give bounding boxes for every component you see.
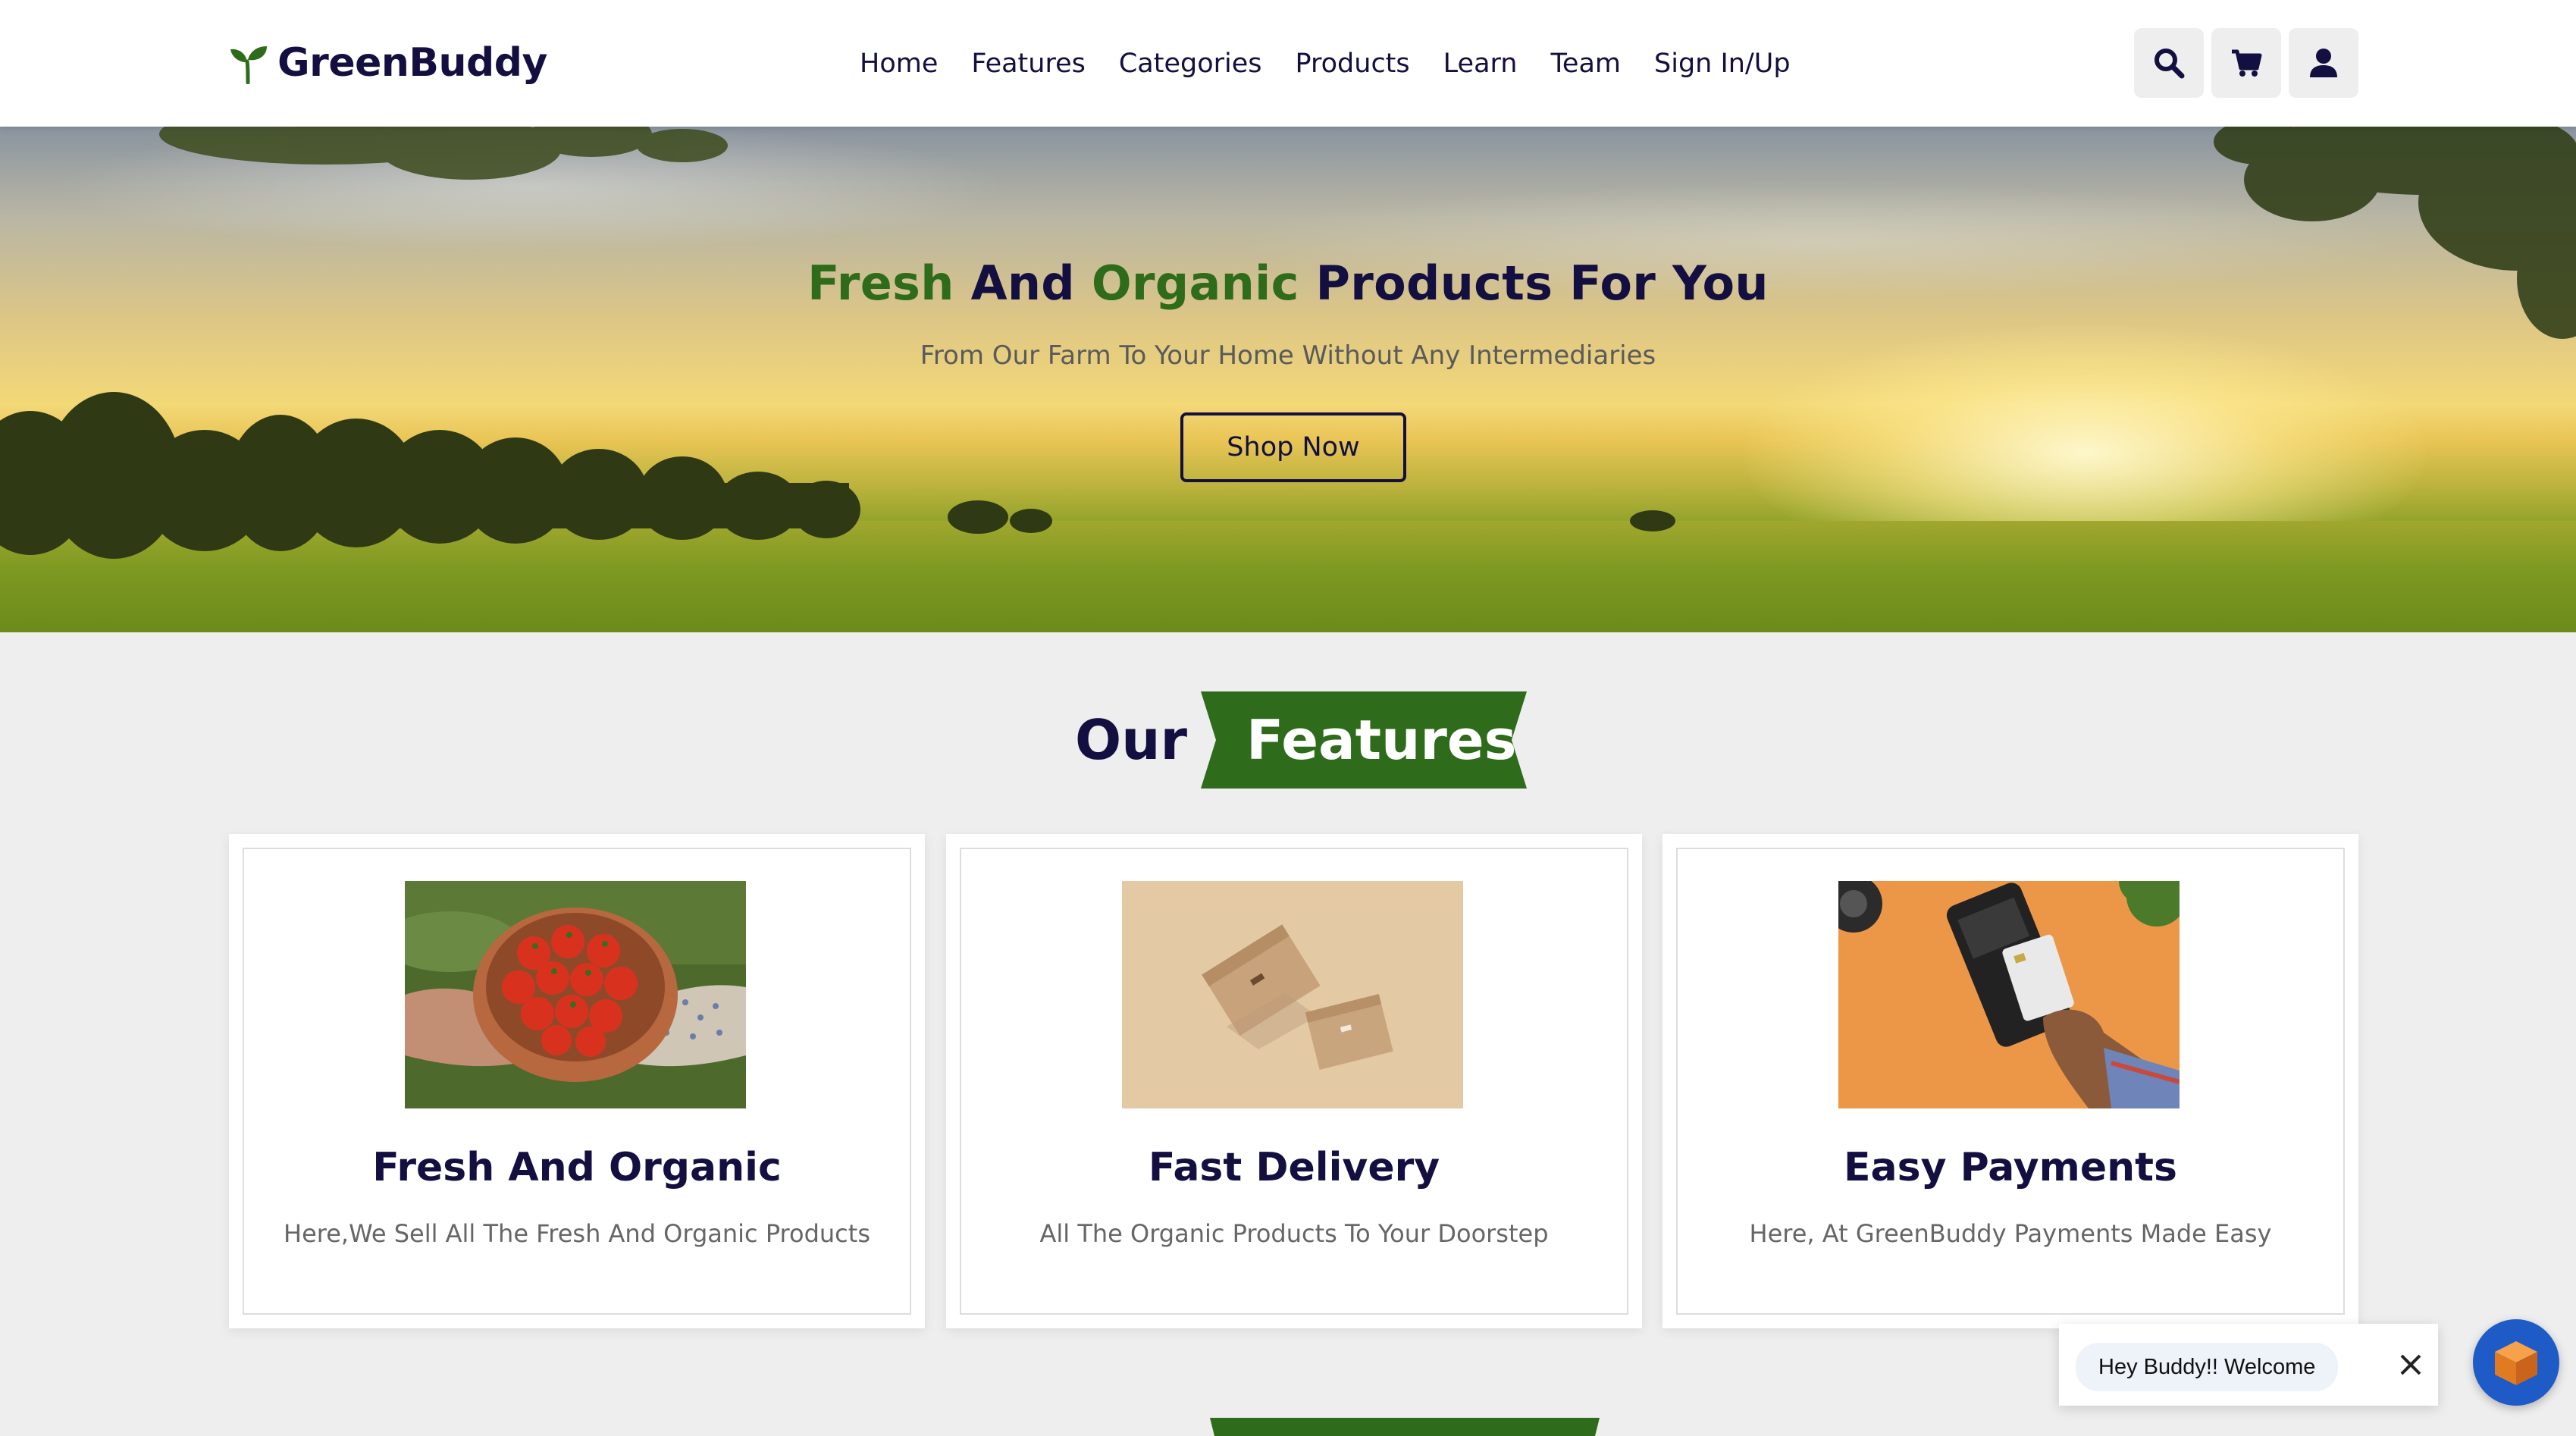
chat-launcher-button[interactable]: [2473, 1319, 2559, 1406]
chat-welcome-message[interactable]: Hey Buddy!! Welcome: [2076, 1343, 2339, 1391]
hero-title-organic: Organic: [1091, 256, 1299, 311]
hero-content: Fresh And Organic Products For You From …: [0, 127, 2576, 632]
nav-team[interactable]: Team: [1550, 49, 1621, 79]
feature-card-title: Fresh And Organic: [372, 1145, 782, 1190]
features-heading-our: Our: [1075, 708, 1187, 772]
tomatoes-bowl-image: [405, 881, 746, 1108]
sprout-icon: [230, 46, 267, 84]
shop-now-button[interactable]: Shop Now: [1180, 412, 1406, 482]
brand-logo[interactable]: GreenBuddy: [227, 38, 547, 88]
nav-sign-in-up[interactable]: Sign In/Up: [1654, 49, 1791, 79]
hero-title-rest: Products For You: [1299, 256, 1769, 311]
hero-title: Fresh And Organic Products For You: [0, 256, 2576, 311]
feature-card: Easy Payments Here, At GreenBuddy Paymen…: [1662, 834, 2358, 1328]
hero-title-and: And: [954, 256, 1092, 311]
feature-card: Fast Delivery All The Organic Products T…: [946, 834, 1642, 1328]
feature-card-title: Easy Payments: [1844, 1145, 2177, 1190]
user-icon: [2310, 49, 2337, 77]
site-header: GreenBuddy Home Features Categories Prod…: [0, 0, 2576, 127]
hero-title-fresh: Fresh: [807, 256, 954, 311]
account-button[interactable]: [2289, 28, 2358, 98]
cart-button[interactable]: [2211, 28, 2281, 98]
nav-features[interactable]: Features: [971, 49, 1086, 79]
nav-categories[interactable]: Categories: [1119, 49, 1262, 79]
card-payment-image: [1838, 881, 2180, 1108]
brand-name: GreenBuddy: [277, 40, 547, 86]
hero-subtitle: From Our Farm To Your Home Without Any I…: [920, 340, 1656, 371]
next-section-ribbon: [1210, 1418, 1600, 1436]
nav-products[interactable]: Products: [1296, 49, 1410, 79]
header-actions: [2134, 28, 2358, 98]
feature-card-desc: All The Organic Products To Your Doorste…: [1039, 1219, 1549, 1248]
chat-close-button[interactable]: [2390, 1344, 2432, 1386]
close-icon: [2400, 1354, 2421, 1375]
nav-learn[interactable]: Learn: [1443, 49, 1518, 79]
feature-card-desc: Here, At GreenBuddy Payments Made Easy: [1749, 1219, 2272, 1248]
features-heading-label: Features: [1246, 708, 1517, 772]
feature-card: Fresh And Organic Here,We Sell All The F…: [229, 834, 925, 1328]
delivery-boxes-image: [1122, 881, 1463, 1108]
search-button[interactable]: [2134, 28, 2204, 98]
search-icon: [2155, 49, 2185, 79]
features-heading-ribbon: Features: [1200, 691, 1562, 789]
main-nav: Home Features Categories Products Learn …: [860, 41, 1791, 86]
feature-card-desc: Here,We Sell All The Fresh And Organic P…: [284, 1219, 870, 1248]
chat-welcome-popup: Hey Buddy!! Welcome: [2059, 1324, 2438, 1406]
nav-home[interactable]: Home: [860, 49, 938, 79]
features-heading: Our Features: [1075, 691, 1562, 789]
cart-icon: [2232, 49, 2262, 77]
feature-card-title: Fast Delivery: [1148, 1145, 1440, 1190]
chat-bot-cube-icon: [2495, 1341, 2537, 1385]
